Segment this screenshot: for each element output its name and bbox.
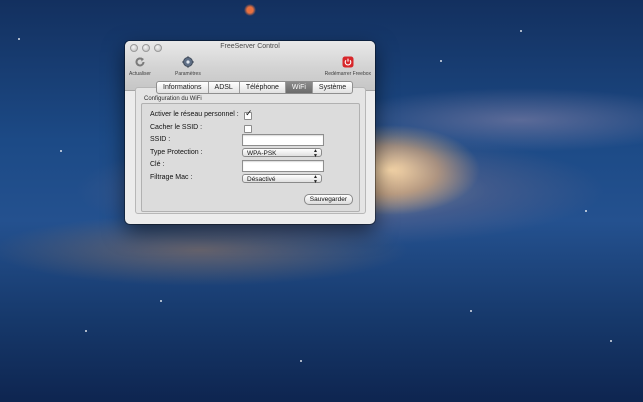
key-field[interactable] bbox=[242, 160, 324, 172]
refresh-button[interactable]: Actualiser bbox=[129, 55, 151, 77]
refresh-label: Actualiser bbox=[129, 71, 151, 77]
power-icon bbox=[341, 55, 355, 69]
star bbox=[520, 30, 522, 32]
select-arrows-icon: ▲ ▼ bbox=[313, 148, 318, 159]
protection-value: WPA-PSK bbox=[247, 150, 277, 157]
star bbox=[440, 60, 442, 62]
tab-informations[interactable]: Informations bbox=[157, 82, 209, 93]
tab-bar: Informations ADSL Téléphone WiFi Système bbox=[156, 81, 354, 94]
star bbox=[610, 340, 612, 342]
reboot-freebox-button[interactable]: Redémarrer Freebox bbox=[325, 55, 371, 77]
tab-telephone[interactable]: Téléphone bbox=[240, 82, 286, 93]
key-label: Clé : bbox=[150, 161, 165, 168]
star bbox=[60, 150, 62, 152]
hide-ssid-label: Cacher le SSID : bbox=[150, 124, 203, 131]
hide-ssid-checkbox[interactable] bbox=[244, 125, 252, 133]
star bbox=[85, 330, 87, 332]
star bbox=[160, 300, 162, 302]
mac-filter-label: Filtrage Mac : bbox=[150, 174, 193, 181]
star bbox=[585, 210, 587, 212]
mac-filter-select[interactable]: Désactivé ▲ ▼ bbox=[242, 174, 322, 185]
wifi-panel: Configuration du WiFi Activer le réseau … bbox=[135, 87, 366, 214]
star bbox=[18, 38, 20, 40]
refresh-icon bbox=[133, 55, 147, 69]
tab-systeme[interactable]: Système bbox=[313, 82, 352, 93]
window-title: FreeServer Control bbox=[220, 43, 280, 50]
freeserver-window: FreeServer Control Actualiser Paramètres… bbox=[125, 41, 375, 224]
checkmark-icon: ✓ bbox=[245, 108, 253, 118]
tab-adsl[interactable]: ADSL bbox=[209, 82, 240, 93]
save-button[interactable]: Sauvegarder bbox=[303, 194, 353, 205]
enable-network-label: Activer le réseau personnel : bbox=[150, 111, 239, 118]
gear-icon bbox=[181, 55, 195, 69]
star bbox=[470, 310, 472, 312]
wifi-config-group: Activer le réseau personnel : ✓ Cacher l… bbox=[141, 103, 360, 212]
protection-label: Type Protection : bbox=[150, 149, 203, 156]
settings-button[interactable]: Paramètres bbox=[175, 55, 201, 77]
ssid-label: SSID : bbox=[150, 136, 171, 143]
protection-select[interactable]: WPA-PSK ▲ ▼ bbox=[242, 148, 322, 159]
ssid-field[interactable] bbox=[242, 134, 324, 146]
select-arrows-icon: ▲ ▼ bbox=[313, 174, 318, 185]
settings-label: Paramètres bbox=[175, 71, 201, 77]
group-title: Configuration du WiFi bbox=[144, 96, 202, 102]
mac-filter-value: Désactivé bbox=[247, 176, 276, 183]
reboot-label: Redémarrer Freebox bbox=[324, 71, 371, 77]
tab-wifi[interactable]: WiFi bbox=[285, 82, 313, 93]
enable-network-checkbox[interactable]: ✓ bbox=[244, 108, 253, 120]
star bbox=[300, 360, 302, 362]
